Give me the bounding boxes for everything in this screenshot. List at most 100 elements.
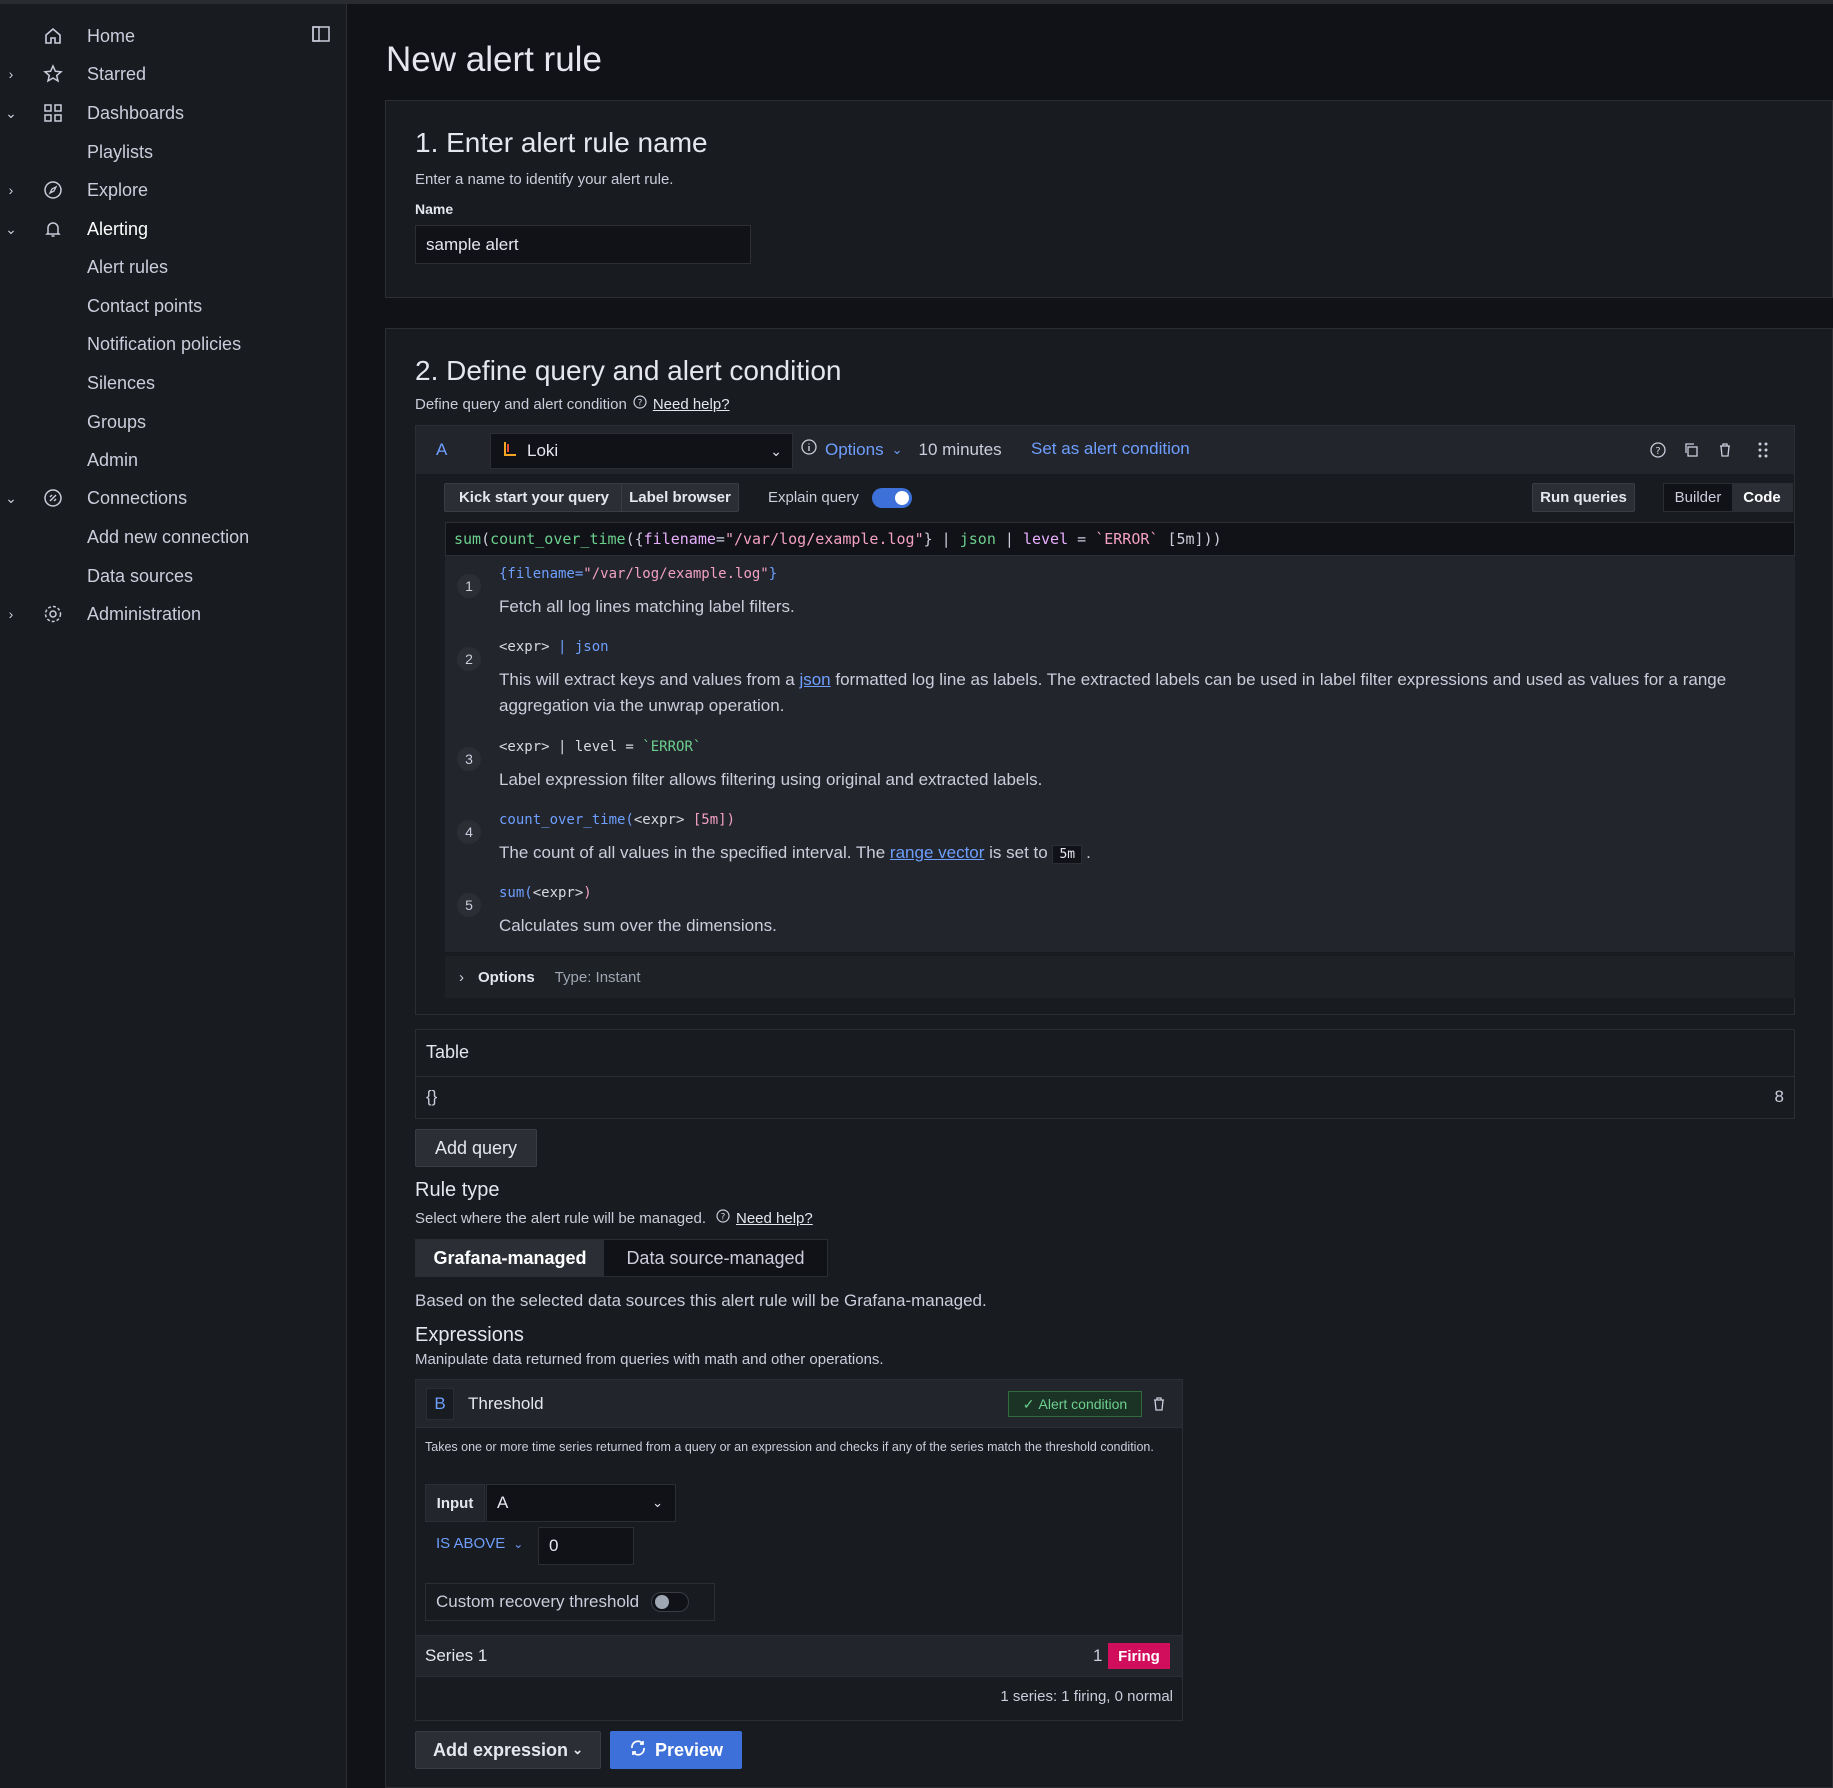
rule-type-note: Based on the selected data sources this … bbox=[415, 1291, 987, 1310]
query-editor-row: A Loki ⌄ Options ⌄ 10 minutes Set as ale… bbox=[415, 425, 1795, 1015]
rule-type-title: Rule type bbox=[415, 1179, 500, 1201]
range-vector-docs-link[interactable]: range vector bbox=[890, 843, 985, 862]
builder-mode-option[interactable]: Builder bbox=[1664, 484, 1732, 511]
sidebar-item-alerting[interactable]: ⌄ Alerting bbox=[0, 210, 346, 248]
sidebar-item-administration[interactable]: › Administration bbox=[0, 595, 346, 633]
need-help-link[interactable]: Need help? bbox=[653, 396, 730, 413]
page-title: New alert rule bbox=[386, 40, 602, 79]
run-queries-button[interactable]: Run queries bbox=[1532, 483, 1635, 512]
svg-text:?: ? bbox=[1655, 446, 1660, 457]
trash-icon[interactable] bbox=[1714, 439, 1736, 461]
editor-mode-switch: Builder Code bbox=[1663, 483, 1793, 512]
trash-icon[interactable] bbox=[1148, 1393, 1170, 1415]
chevron-down-icon: ⌄ bbox=[891, 441, 903, 457]
explain-step: 4 count_over_time(<expr> [5m]) The count… bbox=[457, 812, 1775, 872]
rule-name-input[interactable]: sample alert bbox=[415, 225, 751, 264]
sidebar-item-dashboards[interactable]: ⌄ Dashboards bbox=[0, 94, 346, 132]
add-query-button[interactable]: Add query bbox=[415, 1129, 537, 1167]
sidebar-item-groups[interactable]: Groups bbox=[0, 403, 346, 441]
chevron-right-icon[interactable]: › bbox=[4, 606, 18, 622]
explain-query-toggle[interactable] bbox=[872, 488, 912, 508]
kick-start-query-button[interactable]: Kick start your query bbox=[444, 483, 624, 512]
explain-step: 3 <expr> | level = `ERROR` Label express… bbox=[457, 739, 1775, 799]
threshold-operator-select[interactable]: IS ABOVE ⌄ bbox=[436, 1535, 523, 1552]
explain-step: 2 <expr> | json This will extract keys a… bbox=[457, 639, 1775, 719]
query-ref-id[interactable]: A bbox=[436, 440, 447, 460]
threshold-value-input[interactable]: 0 bbox=[538, 1527, 634, 1565]
chevron-down-icon: ⌄ bbox=[652, 1495, 663, 1510]
chevron-right-icon[interactable]: › bbox=[4, 182, 18, 198]
svg-text:?: ? bbox=[721, 1213, 726, 1223]
set-alert-condition-button[interactable]: Set as alert condition bbox=[1031, 439, 1190, 459]
chevron-down-icon: ⌄ bbox=[513, 1536, 524, 1551]
range-chip: 5m bbox=[1052, 845, 1083, 864]
recovery-threshold-toggle[interactable] bbox=[651, 1592, 690, 1612]
expressions-description: Manipulate data returned from queries wi… bbox=[415, 1351, 884, 1368]
need-help-link[interactable]: Need help? bbox=[736, 1210, 813, 1227]
sidebar-item-contact-points[interactable]: Contact points bbox=[0, 287, 346, 325]
home-icon bbox=[41, 24, 65, 48]
sidebar-item-explore[interactable]: › Explore bbox=[0, 171, 346, 209]
copy-icon[interactable] bbox=[1680, 439, 1702, 461]
query-explanation: 1 {filename="/var/log/example.log"} Fetc… bbox=[445, 556, 1795, 952]
datasource-managed-option[interactable]: Data source-managed bbox=[604, 1240, 827, 1276]
check-icon: ✓ bbox=[1022, 1395, 1035, 1412]
section-title: 2. Define query and alert condition bbox=[415, 355, 842, 386]
svg-text:?: ? bbox=[637, 399, 642, 409]
sidebar-item-alert-rules[interactable]: Alert rules bbox=[0, 248, 346, 286]
section-title: 1. Enter alert rule name bbox=[415, 127, 708, 158]
sidebar-item-playlists[interactable]: Playlists bbox=[0, 133, 346, 171]
expression-ref-id[interactable]: B bbox=[426, 1388, 454, 1420]
alert-condition-badge: ✓ Alert condition bbox=[1008, 1391, 1142, 1417]
sidebar-item-add-new-connection[interactable]: Add new connection bbox=[0, 518, 346, 556]
threshold-expression: B Threshold ✓ Alert condition Takes one o… bbox=[415, 1379, 1183, 1721]
rule-type-switch: Grafana-managed Data source-managed bbox=[415, 1239, 828, 1277]
label-browser-button[interactable]: Label browser bbox=[621, 483, 739, 512]
sync-icon bbox=[629, 1739, 647, 1762]
compass-icon bbox=[41, 178, 65, 202]
json-docs-link[interactable]: json bbox=[799, 670, 830, 689]
sidebar: Home › Starred ⌄ Dashboards Playlists › … bbox=[0, 4, 347, 1788]
sidebar-item-data-sources[interactable]: Data sources bbox=[0, 557, 346, 595]
query-code-editor[interactable]: sum(count_over_time({filename = "/var/log/… bbox=[445, 522, 1795, 556]
section-description: Enter a name to identify your alert rule… bbox=[415, 171, 674, 188]
custom-recovery-threshold[interactable]: Custom recovery threshold bbox=[425, 1583, 715, 1621]
explain-step: 1 {filename="/var/log/example.log"} Fetc… bbox=[457, 566, 1775, 626]
sidebar-item-silences[interactable]: Silences bbox=[0, 364, 346, 402]
chevron-down-icon[interactable]: ⌄ bbox=[4, 105, 18, 122]
section-rule-name: 1. Enter alert rule name Enter a name to… bbox=[385, 100, 1833, 298]
help-circle-icon: ? bbox=[633, 395, 647, 413]
add-expression-button[interactable]: Add expression ⌄ bbox=[415, 1731, 601, 1769]
code-mode-option[interactable]: Code bbox=[1732, 484, 1792, 511]
chevron-right-icon[interactable]: › bbox=[4, 66, 18, 82]
chevron-down-icon[interactable]: ⌄ bbox=[4, 490, 18, 507]
series-value: 1 bbox=[1093, 1646, 1103, 1665]
drag-handle-icon[interactable] bbox=[1752, 439, 1774, 461]
expression-name: Threshold bbox=[468, 1394, 544, 1413]
connections-icon bbox=[41, 486, 65, 510]
chevron-right-icon: › bbox=[459, 968, 464, 986]
query-options[interactable]: Options ⌄ 10 minutes bbox=[801, 439, 1002, 460]
series-row: Series 1 1 Firing bbox=[416, 1635, 1182, 1677]
sidebar-item-notification-policies[interactable]: Notification policies bbox=[0, 325, 346, 363]
help-circle-icon: ? bbox=[716, 1209, 730, 1227]
bell-icon bbox=[41, 217, 65, 241]
sidebar-item-home[interactable]: Home bbox=[0, 17, 346, 55]
datasource-picker[interactable]: Loki ⌄ bbox=[490, 433, 793, 469]
dock-menu-icon[interactable] bbox=[311, 24, 333, 46]
table-title: Table bbox=[426, 1042, 470, 1062]
chevron-down-icon: ⌄ bbox=[572, 1742, 583, 1757]
grafana-managed-option[interactable]: Grafana-managed bbox=[416, 1240, 604, 1276]
main-content: New alert rule 1. Enter alert rule name … bbox=[347, 4, 1833, 1788]
preview-button[interactable]: Preview bbox=[610, 1731, 742, 1769]
sidebar-item-connections[interactable]: ⌄ Connections bbox=[0, 479, 346, 517]
help-icon[interactable]: ? bbox=[1647, 439, 1669, 461]
explain-step: 5 sum(<expr>) Calculates sum over the di… bbox=[457, 885, 1775, 945]
chevron-down-icon[interactable]: ⌄ bbox=[4, 221, 18, 238]
expression-help-text: Takes one or more time series returned f… bbox=[425, 1440, 1154, 1454]
section-description: Define query and alert condition ? Need … bbox=[415, 395, 730, 413]
input-select[interactable]: A ⌄ bbox=[486, 1484, 676, 1522]
sidebar-item-admin[interactable]: Admin bbox=[0, 441, 346, 479]
query-options-row[interactable]: › Options Type: Instant bbox=[445, 956, 1795, 998]
sidebar-item-starred[interactable]: › Starred bbox=[0, 55, 346, 93]
